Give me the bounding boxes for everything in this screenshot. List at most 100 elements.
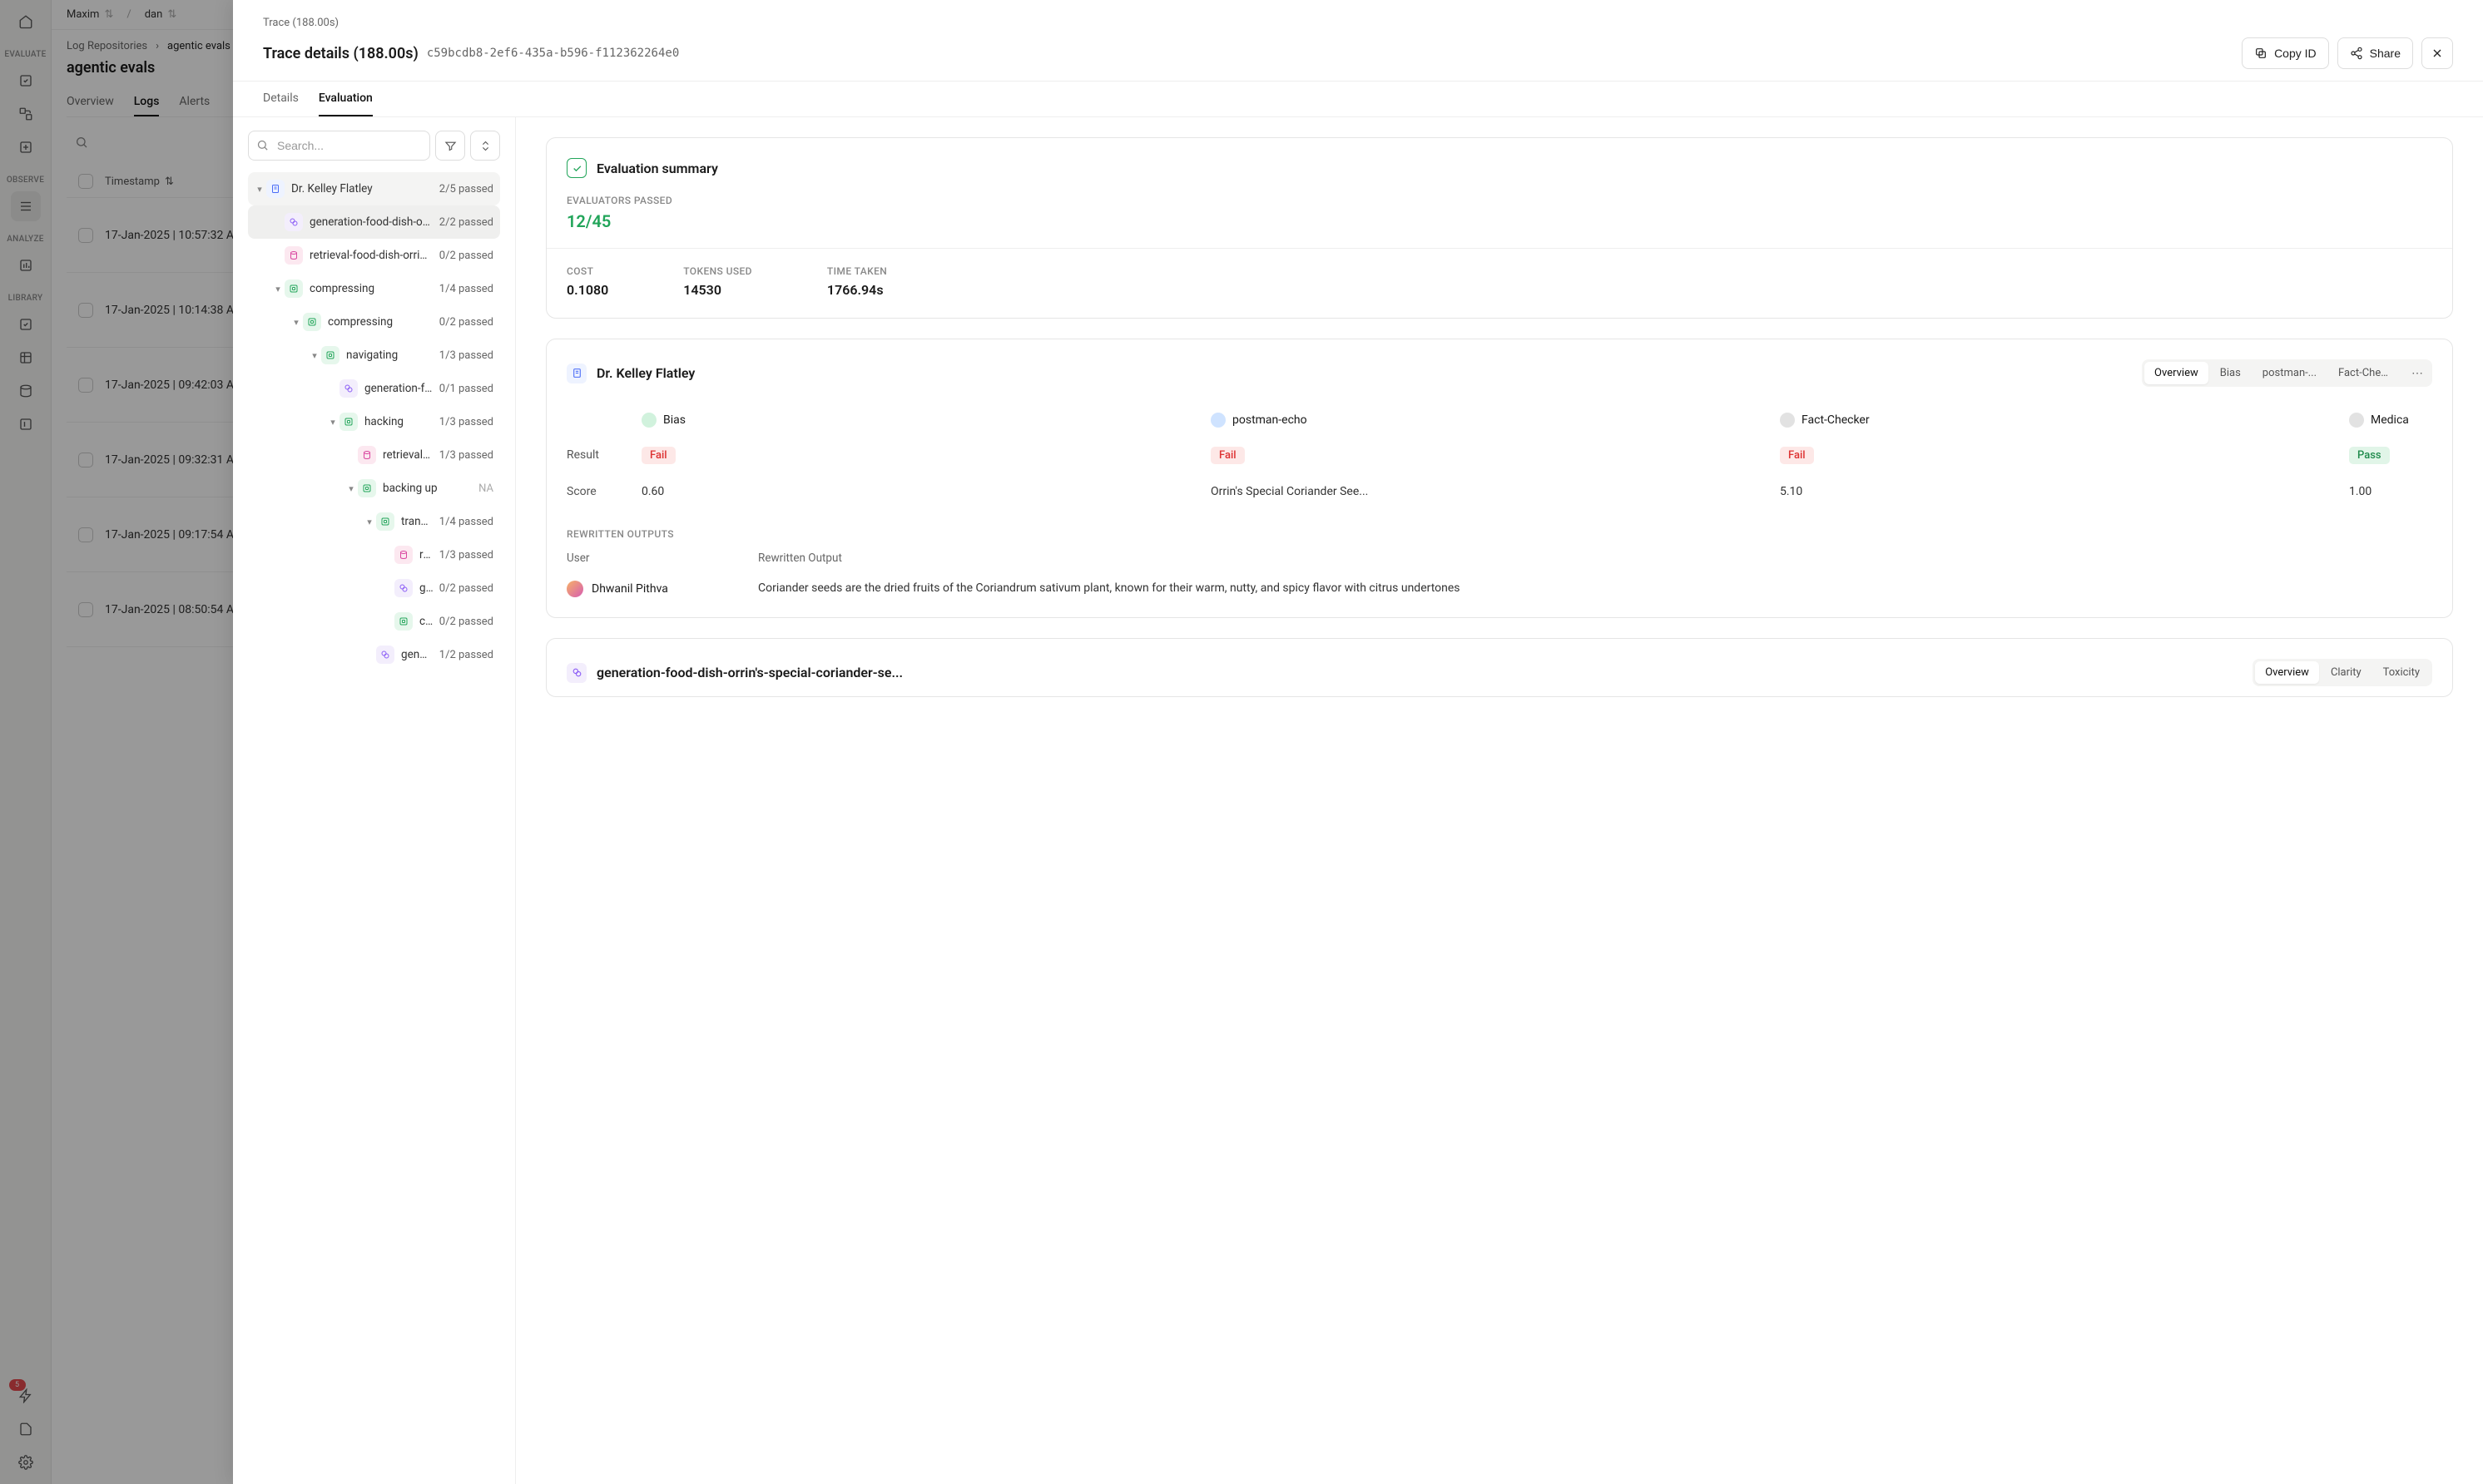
tree-label: backing up: [383, 482, 472, 495]
ret-icon: [285, 246, 303, 265]
tree-label: generation-food-dish-orrin's-spe...: [310, 215, 433, 229]
chevron-down-icon[interactable]: ▾: [363, 517, 376, 527]
span-icon: [376, 512, 394, 531]
bias-icon: [642, 413, 657, 428]
ptab-details[interactable]: Details: [263, 82, 299, 116]
tree-node[interactable]: generation-food-dis...0/1 passed: [248, 372, 500, 405]
tree-label: retriev...: [419, 548, 433, 561]
tree-node[interactable]: ▾ navigating 1/3 passed: [248, 339, 500, 372]
tree-stat: 1/3 passed: [439, 449, 493, 462]
gen-icon: [339, 379, 358, 398]
chevron-down-icon[interactable]: ▾: [326, 417, 339, 428]
tree-stat: 1/4 passed: [439, 283, 493, 295]
tree-node[interactable]: retrieval-food-dish-orrin's-specia...0/2…: [248, 239, 500, 272]
chevron-down-icon[interactable]: ▾: [253, 184, 266, 195]
tree-stat: 2/2 passed: [439, 216, 493, 229]
filter-button[interactable]: [435, 131, 465, 161]
tree-pane: ▾Dr. Kelley Flatley2/5 passedgeneration-…: [233, 117, 516, 1484]
doc-icon: [266, 180, 285, 198]
tree-node[interactable]: ▾Dr. Kelley Flatley2/5 passed: [248, 172, 500, 205]
cost-label: COST: [567, 265, 608, 277]
tree-node[interactable]: ▾hacking1/3 passed: [248, 405, 500, 438]
tree-node[interactable]: ▾ compressing 1/4 passed: [248, 272, 500, 305]
chevron-down-icon[interactable]: ▾: [290, 317, 303, 328]
tokens-value: 14530: [683, 282, 752, 298]
share-button[interactable]: Share: [2337, 37, 2413, 69]
span-icon: [321, 346, 339, 364]
tree-label: compressing: [310, 282, 433, 295]
gen-card-title: generation-food-dish-orrin's-special-cor…: [597, 665, 903, 680]
gen-icon: [394, 579, 413, 597]
span-icon: [339, 413, 358, 431]
ret-icon: [394, 546, 413, 564]
tree-label: trans...: [401, 515, 433, 528]
ptab-evaluation[interactable]: Evaluation: [319, 82, 373, 116]
tree-node[interactable]: retriev... 1/3 passed: [248, 538, 500, 571]
summary-title: Evaluation summary: [597, 161, 718, 176]
tree-stat: 1/2 passed: [439, 649, 493, 661]
tree-stat: 1/4 passed: [439, 516, 493, 528]
filter-icon: [444, 140, 457, 152]
result-fact: Fail: [1780, 447, 1814, 464]
tree-label: generation...: [401, 648, 433, 661]
tree-stat: 0/2 passed: [439, 250, 493, 262]
seg-fact[interactable]: Fact-Chec...: [2328, 362, 2403, 384]
seg-more-icon[interactable]: ⋯: [2405, 364, 2430, 383]
panel-title: Trace details (188.00s): [263, 45, 419, 62]
tree-node[interactable]: copying0/2 passed: [248, 605, 500, 638]
tree-stat: 1/3 passed: [439, 349, 493, 362]
tree-node[interactable]: ▾ trans... 1/4 passed: [248, 505, 500, 538]
score-postman: Orrin's Special Coriander See...: [1211, 485, 1368, 498]
close-button[interactable]: [2421, 37, 2453, 69]
avatar: [567, 581, 583, 597]
gseg-overview[interactable]: Overview: [2255, 661, 2319, 684]
tree-label: compressing: [328, 315, 433, 329]
tree-label: navigating: [346, 349, 433, 362]
trace-tree: ▾Dr. Kelley Flatley2/5 passedgeneration-…: [248, 172, 500, 1471]
chevron-down-icon[interactable]: ▾: [271, 284, 285, 294]
span-icon: [285, 279, 303, 298]
gen-icon: [376, 646, 394, 664]
close-icon: [2431, 47, 2444, 60]
gen-icon: [567, 663, 587, 683]
tree-stat: 1/3 passed: [439, 549, 493, 561]
gseg-clarity[interactable]: Clarity: [2321, 661, 2371, 684]
seg-bias[interactable]: Bias: [2210, 362, 2251, 384]
score-fact: 5.10: [1780, 485, 1802, 498]
tokens-label: TOKENS USED: [683, 265, 752, 277]
cost-value: 0.1080: [567, 282, 608, 298]
seg-postman[interactable]: postman-...: [2253, 362, 2327, 384]
result-medica: Pass: [2349, 447, 2390, 464]
trace-eval-card: Dr. Kelley Flatley Overview Bias postman…: [546, 339, 2453, 618]
passed-value: 12/45: [567, 211, 2432, 231]
tree-node[interactable]: generation... 1/2 passed: [248, 638, 500, 671]
gseg-toxicity[interactable]: Toxicity: [2373, 661, 2430, 684]
tree-label: gener...: [419, 581, 433, 595]
check-icon: [567, 158, 587, 178]
tree-node[interactable]: retrieval-food-d...1/3 passed: [248, 438, 500, 472]
tree-node[interactable]: ▾backing upNA: [248, 472, 500, 505]
seg-overview[interactable]: Overview: [2144, 362, 2208, 384]
panel-tabs: Details Evaluation: [233, 82, 2483, 117]
tree-stat: 0/2 passed: [439, 616, 493, 628]
gen-segmented-tabs: Overview Clarity Toxicity: [2253, 659, 2432, 686]
chevron-down-icon[interactable]: ▾: [344, 483, 358, 494]
chevron-down-icon[interactable]: ▾: [308, 350, 321, 361]
collapse-all-button[interactable]: [470, 131, 500, 161]
eval-score-row: Score 0.60 Orrin's Special Coriander See…: [567, 473, 2432, 510]
eval-header-row: Bias postman-echo Fact-Checker Medica: [567, 403, 2432, 437]
tree-label: generation-food-dis...: [364, 382, 433, 395]
rw-output-header: Rewritten Output: [758, 552, 842, 565]
copy-id-button[interactable]: Copy ID: [2242, 37, 2329, 69]
tree-node[interactable]: gener...0/2 passed: [248, 571, 500, 605]
eval-result-row: Result Fail Fail Fail Pass: [567, 437, 2432, 473]
tree-search-input[interactable]: [248, 131, 430, 161]
share-icon: [2350, 47, 2363, 60]
medica-icon: [2349, 413, 2364, 428]
tree-stat: 0/2 passed: [439, 316, 493, 329]
score-bias: 0.60: [642, 485, 664, 498]
eval-card-title: Dr. Kelley Flatley: [597, 365, 695, 381]
tree-node[interactable]: generation-food-dish-orrin's-spe... 2/2 p…: [248, 205, 500, 239]
result-postman: Fail: [1211, 447, 1245, 464]
tree-node[interactable]: ▾ compressing 0/2 passed: [248, 305, 500, 339]
